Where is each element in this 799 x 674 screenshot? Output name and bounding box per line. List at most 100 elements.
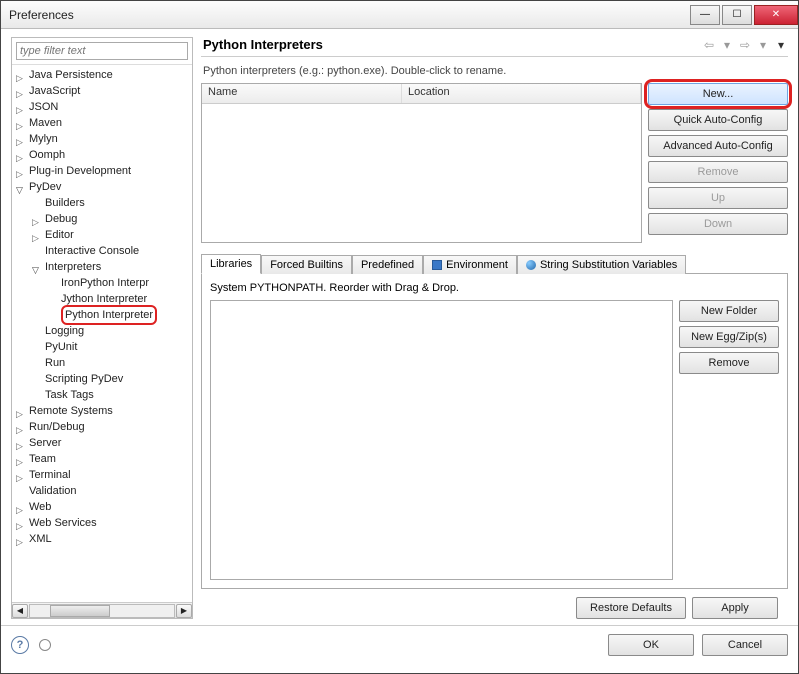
- tree-item[interactable]: Scripting PyDev: [12, 371, 192, 387]
- expand-arrow-icon[interactable]: [16, 86, 27, 97]
- expand-arrow-icon[interactable]: [16, 406, 27, 417]
- filter-input[interactable]: [16, 42, 188, 60]
- tree-item[interactable]: PyDev: [12, 179, 192, 195]
- expand-arrow-icon[interactable]: [16, 518, 27, 529]
- tree-item[interactable]: Validation: [12, 483, 192, 499]
- back-menu-icon[interactable]: ▾: [720, 38, 734, 52]
- tree-item-label: Logging: [45, 323, 84, 339]
- cancel-button[interactable]: Cancel: [702, 634, 788, 656]
- tree-item[interactable]: Web: [12, 499, 192, 515]
- expand-arrow-icon[interactable]: [16, 534, 27, 545]
- tree-item[interactable]: Run: [12, 355, 192, 371]
- tree-item[interactable]: Oomph: [12, 147, 192, 163]
- new-egg-zip-button[interactable]: New Egg/Zip(s): [679, 326, 779, 348]
- tab-libraries[interactable]: Libraries: [201, 254, 261, 274]
- tree-item[interactable]: Debug: [12, 211, 192, 227]
- advanced-auto-config-button[interactable]: Advanced Auto-Config: [648, 135, 788, 157]
- tree-item-label: Team: [29, 451, 56, 467]
- back-icon[interactable]: ⇦: [702, 38, 716, 52]
- remove-button[interactable]: Remove: [648, 161, 788, 183]
- forward-menu-icon[interactable]: ▾: [756, 38, 770, 52]
- minimize-button[interactable]: [690, 5, 720, 25]
- tree-item[interactable]: Remote Systems: [12, 403, 192, 419]
- tab-forced-builtins[interactable]: Forced Builtins: [261, 255, 352, 274]
- panel-button-column: New Folder New Egg/Zip(s) Remove: [679, 300, 779, 580]
- tree-item-label: Maven: [29, 115, 62, 131]
- tree-spacer: [48, 278, 59, 289]
- up-button[interactable]: Up: [648, 187, 788, 209]
- tree-item[interactable]: Builders: [12, 195, 192, 211]
- ok-button[interactable]: OK: [608, 634, 694, 656]
- tree-spacer: [32, 326, 43, 337]
- tree-item[interactable]: Run/Debug: [12, 419, 192, 435]
- horizontal-scrollbar[interactable]: ◀ ▶: [12, 602, 192, 618]
- pythonpath-list[interactable]: [210, 300, 673, 580]
- expand-arrow-icon[interactable]: [16, 470, 27, 481]
- forward-icon[interactable]: ⇨: [738, 38, 752, 52]
- column-name[interactable]: Name: [202, 84, 402, 103]
- new-button[interactable]: New...: [648, 83, 788, 105]
- interpreters-table[interactable]: Name Location: [201, 83, 642, 243]
- preferences-tree[interactable]: Java PersistenceJavaScriptJSONMavenMylyn…: [12, 65, 192, 602]
- tab-environment[interactable]: Environment: [423, 255, 517, 274]
- scroll-right-button[interactable]: ▶: [176, 604, 192, 618]
- tab-predefined[interactable]: Predefined: [352, 255, 423, 274]
- tree-item[interactable]: XML: [12, 531, 192, 547]
- expand-arrow-icon[interactable]: [32, 262, 43, 273]
- tree-item[interactable]: JavaScript: [12, 83, 192, 99]
- expand-arrow-icon[interactable]: [16, 166, 27, 177]
- expand-arrow-icon[interactable]: [16, 102, 27, 113]
- expand-arrow-icon[interactable]: [32, 214, 43, 225]
- apply-button[interactable]: Apply: [692, 597, 778, 619]
- tab-substitution-label: String Substitution Variables: [540, 259, 677, 271]
- expand-arrow-icon[interactable]: [16, 438, 27, 449]
- column-location[interactable]: Location: [402, 84, 641, 103]
- preferences-page: Python Interpreters ⇦ ▾ ⇨ ▾ ▾ Python int…: [201, 37, 788, 619]
- tab-forced-label: Forced Builtins: [270, 259, 343, 271]
- tree-item[interactable]: Editor: [12, 227, 192, 243]
- expand-arrow-icon[interactable]: [16, 150, 27, 161]
- tree-item[interactable]: Task Tags: [12, 387, 192, 403]
- tree-item[interactable]: Team: [12, 451, 192, 467]
- close-button[interactable]: [754, 5, 798, 25]
- view-menu-icon[interactable]: ▾: [774, 38, 788, 52]
- new-folder-button[interactable]: New Folder: [679, 300, 779, 322]
- tree-spacer: [32, 358, 43, 369]
- expand-arrow-icon[interactable]: [16, 502, 27, 513]
- scroll-left-button[interactable]: ◀: [12, 604, 28, 618]
- tree-item[interactable]: Terminal: [12, 467, 192, 483]
- tree-item[interactable]: Java Persistence: [12, 67, 192, 83]
- tree-item[interactable]: JSON: [12, 99, 192, 115]
- scroll-thumb[interactable]: [50, 605, 110, 617]
- expand-arrow-icon[interactable]: [16, 70, 27, 81]
- down-button[interactable]: Down: [648, 213, 788, 235]
- panel-remove-button[interactable]: Remove: [679, 352, 779, 374]
- tree-item[interactable]: Server: [12, 435, 192, 451]
- expand-arrow-icon[interactable]: [32, 230, 43, 241]
- tab-predefined-label: Predefined: [361, 259, 414, 271]
- tree-item[interactable]: Python Interpreter: [12, 307, 192, 323]
- quick-auto-config-button[interactable]: Quick Auto-Config: [648, 109, 788, 131]
- expand-arrow-icon[interactable]: [16, 182, 27, 193]
- tree-item[interactable]: Mylyn: [12, 131, 192, 147]
- tree-item[interactable]: IronPython Interpr: [12, 275, 192, 291]
- help-icon[interactable]: ?: [11, 636, 29, 654]
- tree-item[interactable]: Web Services: [12, 515, 192, 531]
- environment-icon: [432, 260, 442, 270]
- tree-item[interactable]: Interactive Console: [12, 243, 192, 259]
- expand-arrow-icon[interactable]: [16, 422, 27, 433]
- expand-arrow-icon[interactable]: [16, 454, 27, 465]
- tree-item-label: Run: [45, 355, 65, 371]
- maximize-button[interactable]: [722, 5, 752, 25]
- tree-item[interactable]: PyUnit: [12, 339, 192, 355]
- restore-defaults-button[interactable]: Restore Defaults: [576, 597, 686, 619]
- import-export-icon[interactable]: [39, 639, 51, 651]
- tree-item[interactable]: Interpreters: [12, 259, 192, 275]
- expand-arrow-icon[interactable]: [16, 118, 27, 129]
- tree-item-label: Editor: [45, 227, 74, 243]
- tree-item[interactable]: Plug-in Development: [12, 163, 192, 179]
- tree-item[interactable]: Maven: [12, 115, 192, 131]
- tab-string-substitution[interactable]: String Substitution Variables: [517, 255, 686, 274]
- expand-arrow-icon[interactable]: [16, 134, 27, 145]
- tree-item[interactable]: Logging: [12, 323, 192, 339]
